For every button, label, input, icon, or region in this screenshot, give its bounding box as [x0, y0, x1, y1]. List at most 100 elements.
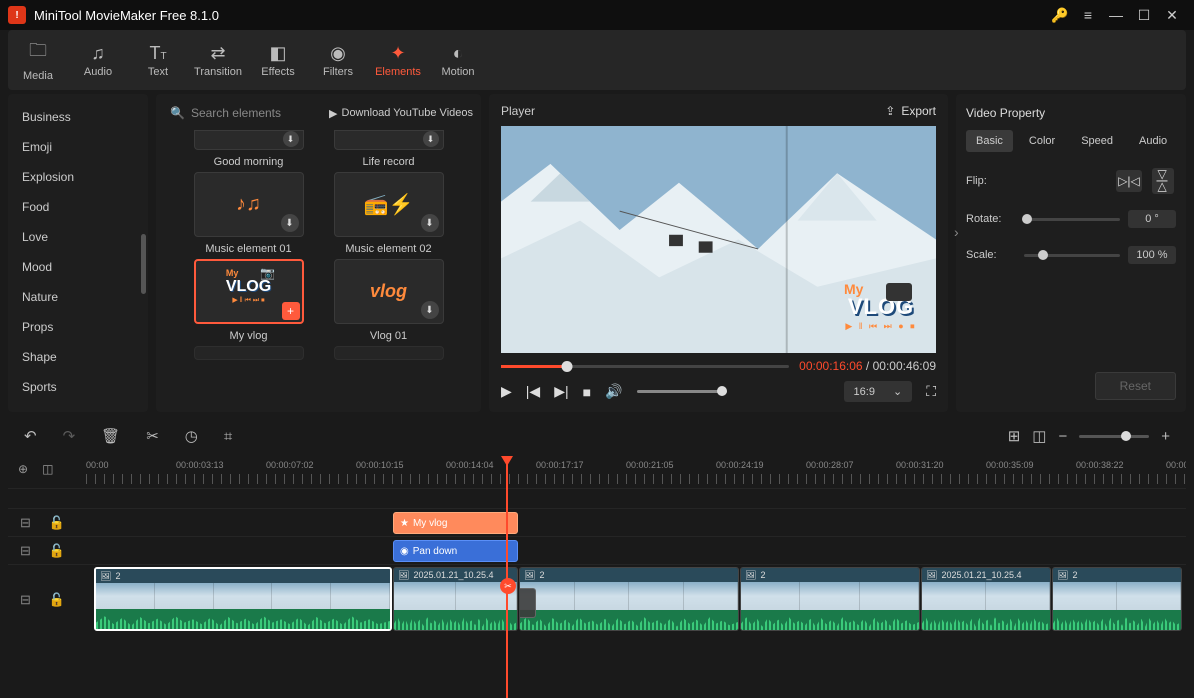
download-icon[interactable]: ⬇: [281, 214, 299, 232]
category-item[interactable]: Props: [22, 312, 148, 342]
element-thumb-myvlog[interactable]: My 📷 VLOG ▶ ‖ ⏮ ⏭ ⏹ +: [194, 259, 304, 324]
element-thumb-partial[interactable]: [194, 346, 304, 360]
fullscreen-button[interactable]: ⛶: [926, 383, 936, 400]
expand-properties-icon[interactable]: ›: [954, 224, 959, 240]
category-item[interactable]: Business: [22, 102, 148, 132]
snap-toggle[interactable]: ⊞: [1008, 427, 1021, 445]
hamburger-menu-icon[interactable]: ≡: [1074, 1, 1102, 29]
elements-icon: ✦: [390, 43, 405, 64]
element-thumb-life-record[interactable]: ⬇: [334, 130, 444, 150]
close-button[interactable]: ✕: [1158, 1, 1186, 29]
motion-clip[interactable]: ◉Pan down: [393, 540, 518, 562]
maximize-button[interactable]: ☐: [1130, 1, 1158, 29]
cut-marker-icon[interactable]: ✂: [500, 578, 516, 594]
stop-button[interactable]: ■: [583, 384, 591, 400]
tab-speed[interactable]: Speed: [1071, 130, 1123, 152]
aspect-ratio-select[interactable]: 16:9⌄: [844, 381, 913, 402]
lock-track-icon[interactable]: 🔓: [49, 592, 65, 608]
minimize-button[interactable]: —: [1102, 1, 1130, 29]
add-element-button[interactable]: +: [282, 302, 300, 320]
crop-button[interactable]: ⌗: [224, 428, 232, 445]
category-item[interactable]: Nature: [22, 282, 148, 312]
main-toolbar: 🗀Media ♫Audio TTText ⇄Transition ◧Effect…: [8, 30, 1186, 90]
element-thumb-music1[interactable]: ♪♫⬇: [194, 172, 304, 237]
element-label: Music element 01: [205, 243, 291, 255]
next-frame-button[interactable]: ▶|: [554, 383, 568, 400]
prev-frame-button[interactable]: |◀: [526, 383, 540, 400]
time-ruler[interactable]: ⊕ ◫ 00:00 00:00:03:13 00:00:07:02 00:00:…: [8, 458, 1186, 488]
rotate-slider[interactable]: [1024, 218, 1120, 221]
delete-button[interactable]: 🗑: [101, 427, 120, 445]
category-item[interactable]: Shape: [22, 342, 148, 372]
video-clip-5[interactable]: 🖼2025.01.21_10.25.4: [921, 567, 1051, 631]
element-thumb-vlog01[interactable]: vlog⬇: [334, 259, 444, 324]
add-track-button[interactable]: ⊕: [18, 462, 28, 476]
element-thumb-good-morning[interactable]: ⬇: [194, 130, 304, 150]
tab-basic[interactable]: Basic: [966, 130, 1013, 152]
tab-text[interactable]: TTText: [128, 30, 188, 90]
scale-value[interactable]: 100 %: [1128, 246, 1176, 264]
mute-track-icon[interactable]: ⊟: [20, 543, 31, 559]
scale-slider[interactable]: [1024, 254, 1120, 257]
category-item[interactable]: Love: [22, 222, 148, 252]
volume-slider[interactable]: [637, 390, 727, 393]
reset-button[interactable]: Reset: [1095, 372, 1176, 400]
tab-media[interactable]: 🗀Media: [8, 30, 68, 90]
timeline-toolbar: ↶ ↷ 🗑 ✂ ◷ ⌗ ⊞ ◫ − +: [8, 418, 1186, 454]
tab-motion[interactable]: ◐Motion: [428, 30, 488, 90]
tab-audio-prop[interactable]: Audio: [1129, 130, 1177, 152]
tab-color[interactable]: Color: [1019, 130, 1065, 152]
video-preview[interactable]: My VLOG ▶ ‖ ⏮ ⏭ ● ⏹: [501, 126, 936, 353]
filters-icon: ◉: [330, 43, 346, 64]
download-icon[interactable]: ⬇: [423, 131, 439, 147]
video-clip-6[interactable]: 🖼2: [1052, 567, 1182, 631]
volume-button[interactable]: 🔊: [605, 383, 622, 400]
music-note-icon: ♫: [91, 43, 105, 64]
redo-button[interactable]: ↷: [63, 427, 76, 445]
flip-horizontal-button[interactable]: ▷|◁: [1116, 170, 1142, 192]
tab-elements[interactable]: ✦Elements: [368, 30, 428, 90]
category-item[interactable]: Explosion: [22, 162, 148, 192]
element-clip[interactable]: ★My vlog: [393, 512, 518, 534]
zoom-out-button[interactable]: −: [1058, 428, 1067, 445]
element-thumb-partial[interactable]: [334, 346, 444, 360]
category-item[interactable]: Mood: [22, 252, 148, 282]
search-input[interactable]: 🔍 Search elements: [164, 102, 319, 124]
video-clip-2[interactable]: 🖼2025.01.21_10.25.4: [393, 567, 518, 631]
play-button[interactable]: ▶: [501, 383, 512, 400]
flip-vertical-button[interactable]: ▷|◁: [1152, 168, 1174, 194]
track-toggle[interactable]: ◫: [1032, 427, 1046, 445]
star-icon: ★: [400, 518, 409, 529]
rotate-value[interactable]: 0 °: [1128, 210, 1176, 228]
video-clip-3[interactable]: 🖼2: [519, 567, 739, 631]
lock-track-icon[interactable]: 🔓: [49, 515, 65, 531]
track-options-button[interactable]: ◫: [42, 462, 53, 476]
category-item[interactable]: Food: [22, 192, 148, 222]
download-icon[interactable]: ⬇: [421, 214, 439, 232]
mute-track-icon[interactable]: ⊟: [20, 515, 31, 531]
zoom-in-button[interactable]: +: [1161, 428, 1170, 445]
video-clip-4[interactable]: 🖼2: [740, 567, 920, 631]
tab-transition[interactable]: ⇄Transition: [188, 30, 248, 90]
undo-button[interactable]: ↶: [24, 427, 37, 445]
export-button[interactable]: ⇪Export: [885, 104, 936, 118]
lock-track-icon[interactable]: 🔓: [49, 543, 65, 559]
scrollbar-thumb[interactable]: [141, 234, 146, 294]
download-youtube-link[interactable]: ▶ Download YouTube Videos: [329, 107, 473, 120]
mute-track-icon[interactable]: ⊟: [20, 592, 31, 608]
tab-filters[interactable]: ◉Filters: [308, 30, 368, 90]
transition-handle[interactable]: [519, 588, 536, 618]
category-item[interactable]: Emoji: [22, 132, 148, 162]
tab-effects[interactable]: ◧Effects: [248, 30, 308, 90]
video-clip-1[interactable]: 🖼2: [94, 567, 392, 631]
activate-key-icon[interactable]: 🔑: [1046, 1, 1074, 29]
download-icon[interactable]: ⬇: [421, 301, 439, 319]
speed-button[interactable]: ◷: [185, 427, 198, 445]
tab-audio[interactable]: ♫Audio: [68, 30, 128, 90]
playback-progress[interactable]: [501, 365, 789, 368]
download-icon[interactable]: ⬇: [283, 131, 299, 147]
split-button[interactable]: ✂: [146, 427, 159, 445]
zoom-slider[interactable]: [1079, 435, 1149, 438]
element-thumb-music2[interactable]: 📻⚡⬇: [334, 172, 444, 237]
category-item[interactable]: Sports: [22, 372, 148, 402]
